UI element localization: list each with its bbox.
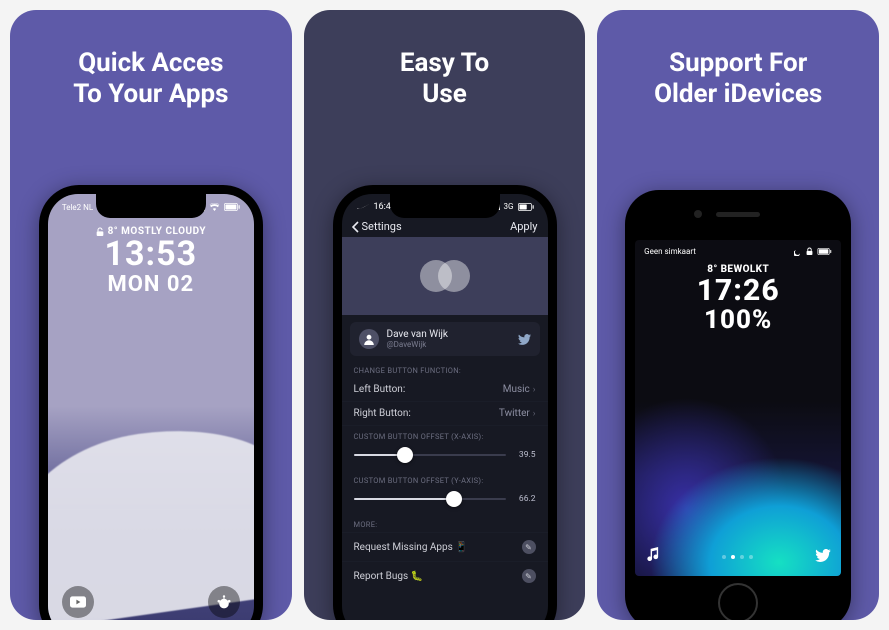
dock-right-button[interactable]	[815, 547, 831, 566]
lock-info: 8° MOSTLY CLOUDY 13:53 MON 02	[48, 226, 254, 297]
lock-info: 8° BEWOLKT 17:26 100%	[635, 264, 841, 334]
panel3-title: Support For Older iDevices	[654, 48, 822, 110]
chevron-left-icon	[352, 221, 360, 233]
header-graphic	[342, 237, 548, 315]
author-handle: @DaveWijk	[387, 340, 510, 349]
back-button[interactable]: Settings	[352, 220, 402, 233]
lockscreen-3: Geen simkaart 8° BEWOLKT 17:26 100%	[635, 240, 841, 576]
battery-icon	[817, 248, 832, 255]
notch	[390, 194, 500, 218]
carrier-label: Geen simkaart	[644, 247, 696, 256]
battery-icon	[518, 203, 534, 211]
lockscreen-1: Tele2 NL 8° MOSTLY CLOUDY 13:53 MON 02	[48, 194, 254, 620]
twitter-icon	[815, 549, 831, 562]
music-icon	[645, 547, 660, 562]
page-dots	[722, 555, 753, 559]
phone-mock-1: Tele2 NL 8° MOSTLY CLOUDY 13:53 MON 02	[39, 185, 263, 620]
author-card[interactable]: Dave van Wijk @DaveWijk	[350, 322, 540, 356]
dock-left-button[interactable]	[62, 586, 94, 618]
lock-icon	[96, 227, 104, 237]
settings-screen: 16:47 3G Settings Apply	[342, 194, 548, 620]
reddit-icon	[216, 594, 232, 610]
twitter-icon	[518, 334, 531, 345]
section-label-function: CHANGE BUTTON FUNCTION:	[342, 360, 548, 378]
lock-icon	[806, 247, 813, 256]
apply-button[interactable]: Apply	[510, 220, 537, 233]
section-label-more: MORE:	[342, 514, 548, 532]
phone-mock-2: 16:47 3G Settings Apply	[333, 185, 557, 620]
nike-icon	[356, 203, 370, 210]
panel1-title: Quick Acces To Your Apps	[73, 48, 228, 110]
author-name: Dave van Wijk	[387, 329, 510, 340]
notch	[96, 194, 206, 218]
front-camera	[694, 210, 702, 218]
slider-y[interactable]	[354, 498, 506, 500]
phone-mock-3: Geen simkaart 8° BEWOLKT 17:26 100%	[625, 190, 851, 620]
row-left-button[interactable]: Left Button: Music›	[342, 378, 548, 402]
promo-panel-1: Quick Acces To Your Apps Tele2 NL	[10, 10, 292, 620]
panel2-title: Easy To Use	[400, 48, 489, 110]
carrier-label: Tele2 NL	[62, 203, 93, 212]
slider-y-value: 66.2	[514, 494, 536, 504]
row-request-apps[interactable]: Request Missing Apps 📱 ✎	[342, 532, 548, 561]
slider-x[interactable]	[354, 454, 506, 456]
row-right-button[interactable]: Right Button: Twitter›	[342, 402, 548, 426]
venn-icon	[420, 260, 470, 292]
status-bar: Geen simkaart	[635, 240, 841, 258]
section-label-x: CUSTOM BUTTON OFFSET (X-AXIS):	[342, 426, 548, 444]
pencil-icon: ✎	[522, 569, 536, 583]
youtube-icon	[70, 596, 86, 608]
slider-x-value: 39.5	[514, 450, 536, 460]
row-report-bugs[interactable]: Report Bugs 🐛 ✎	[342, 561, 548, 590]
dnd-icon	[794, 248, 802, 256]
battery-icon	[224, 203, 240, 211]
dock-right-button[interactable]	[208, 586, 240, 618]
promo-panel-3: Support For Older iDevices Geen simkaart…	[597, 10, 879, 620]
wifi-icon	[209, 203, 220, 211]
home-button[interactable]	[718, 583, 758, 620]
earpiece	[716, 212, 760, 217]
pencil-icon: ✎	[522, 540, 536, 554]
section-label-y: CUSTOM BUTTON OFFSET (Y-AXIS):	[342, 470, 548, 488]
avatar	[359, 329, 379, 349]
dock-left-button[interactable]	[645, 547, 660, 566]
promo-panel-2: Easy To Use 16:47 3G	[304, 10, 586, 620]
